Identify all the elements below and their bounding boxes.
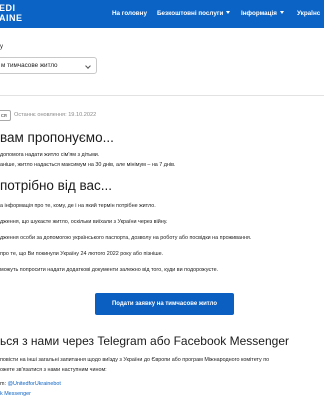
- filter-label: у: [0, 44, 3, 50]
- messenger-link[interactable]: k Messenger: [0, 391, 31, 398]
- nav-home-link[interactable]: На головну: [112, 9, 147, 18]
- offer-line-1: допомога надати житло сім'ям з дітьми.: [0, 152, 100, 158]
- nav-information-label: Інформація: [241, 10, 277, 17]
- telegram-contact: m: @UnitedforUkrainebot: [0, 381, 61, 388]
- section-contact-title: ься з нами через Telegram або Facebook M…: [0, 334, 289, 348]
- logo-line-2: AINE: [0, 13, 23, 23]
- site-logo[interactable]: EDI AINE: [0, 3, 34, 25]
- section-requirements-title: потрібно від вас...: [0, 178, 112, 193]
- logo-line-1: EDI: [0, 3, 16, 13]
- service-select-value: м тимчасове житло: [1, 62, 58, 69]
- nav-language-label: Українс: [297, 10, 321, 17]
- telegram-prefix: m:: [0, 381, 8, 387]
- requirement-line-5: можуть попросити надати додаткові докуме…: [0, 267, 219, 273]
- chevron-down-icon: [226, 11, 231, 14]
- nav-information-menu[interactable]: Інформація: [241, 9, 284, 18]
- requirement-line-2: дження, що шукаєте житло, оскільки виїха…: [0, 219, 168, 225]
- requirement-line-4: про те, що Ви покинули Україну 24 лютого…: [0, 251, 164, 257]
- telegram-bot-link[interactable]: @UnitedforUkrainebot: [8, 381, 61, 387]
- offer-line-2: аніше, житло надається максимум на 30 дн…: [0, 162, 176, 168]
- nav-free-services-menu[interactable]: Безкоштовні послуги: [157, 9, 231, 18]
- service-select[interactable]: м тимчасове житло: [0, 57, 97, 74]
- requirement-line-3: дження особи за допомогою українського п…: [0, 235, 252, 241]
- requirement-line-1: а інформація про те, кому, де і на який …: [0, 203, 156, 209]
- apply-temporary-housing-button[interactable]: Подати заявку на тимчасове житло: [95, 293, 234, 315]
- contact-line-2: ожете зв'язатися з нами наступним чином:: [0, 367, 107, 373]
- nav-free-services-label: Безкоштовні послуги: [157, 10, 224, 17]
- category-badge: ся: [0, 110, 11, 121]
- contact-line-1: повісти на інші загальні запитання щодо …: [0, 357, 270, 363]
- nav-home-label: На головну: [112, 10, 147, 17]
- chevron-down-icon: [85, 63, 91, 69]
- last-updated: Останнє оновлення: 19.10.2022: [14, 112, 97, 118]
- chevron-down-icon: [279, 11, 284, 14]
- top-navigation-bar: EDI AINE На головну Безкоштовні послуги …: [0, 0, 324, 28]
- nav-language-menu[interactable]: Українс: [297, 9, 320, 18]
- divider: [0, 95, 324, 96]
- section-offer-title: вам пропонуємо...: [0, 130, 114, 145]
